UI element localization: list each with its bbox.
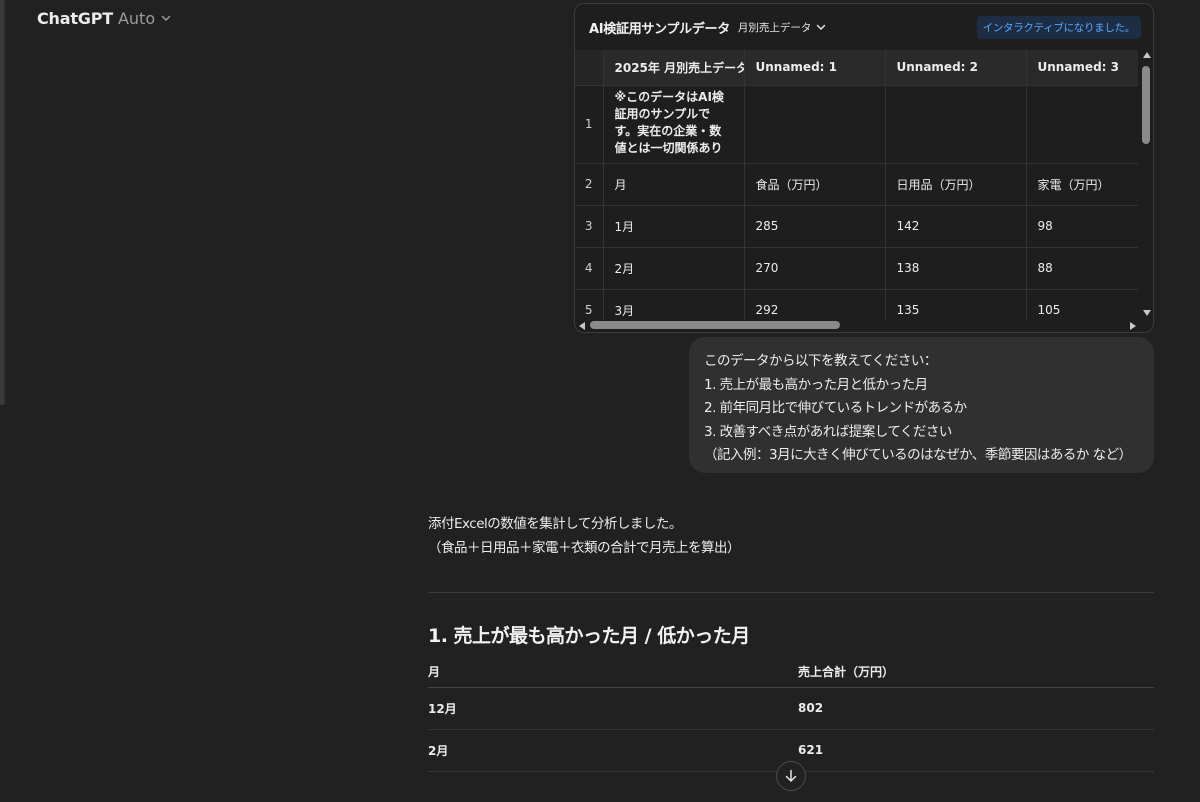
divider [428,592,1154,593]
table-cell[interactable]: 日用品（万円） [885,163,1027,206]
chevron-down-icon [815,21,827,33]
table-row: 2 月 食品（万円） 日用品（万円） 家電（万円） [575,163,1138,206]
table-header: 月 [428,656,798,688]
table-cell: 621 [798,729,1154,772]
model-picker[interactable]: ChatGPT Auto [37,8,172,28]
vertical-scroll-thumb[interactable] [1142,66,1150,144]
grid-corner [575,50,604,86]
table-cell[interactable]: 135 [885,289,1027,320]
sidebar-edge [0,0,6,405]
scroll-to-bottom-button[interactable] [776,761,806,791]
scroll-down-arrow-icon[interactable] [1143,310,1151,316]
user-message-line: 2. 前年同月比で伸びているトレンドがあるか [704,400,967,416]
table-cell[interactable] [885,85,1027,164]
vertical-scrollbar[interactable] [1139,50,1153,318]
table-cell[interactable]: 1月 [603,205,745,248]
table-cell[interactable]: 138 [885,247,1027,290]
row-number: 2 [575,163,604,206]
arrow-down-icon [785,769,797,782]
panel-header: AI検証用サンプルデータ 月別売上データ インタラクティブになりました。 [575,4,1153,50]
table-row: 4 2月 270 138 88 [575,247,1138,290]
table-cell[interactable]: 270 [744,247,886,290]
assistant-heading: 1. 売上が最も高かった月 / 低かった月 [428,625,750,647]
assistant-intro-line: （食品＋日用品＋家電＋衣類の合計で月売上を算出） [428,540,741,556]
table-cell[interactable]: 月 [603,163,745,206]
scroll-up-arrow-icon[interactable] [1143,52,1151,58]
table-row: 1 ※このデータはAI検証用のサンプルです。実在の企業・数値とは一切関係ありませ… [575,85,1138,164]
table-cell: 2月 [428,729,798,772]
table-cell[interactable]: 食品（万円） [744,163,886,206]
assistant-message: 添付Excelの数値を集計して分析しました。 （食品＋日用品＋家電＋衣類の合計で… [428,512,1154,560]
row-number: 4 [575,247,604,290]
row-number: 1 [575,85,604,164]
horizontal-scrollbar[interactable] [576,318,1139,332]
table-cell[interactable] [744,85,886,164]
table-row: 5 3月 292 135 105 [575,289,1138,320]
table-cell[interactable]: 3月 [603,289,745,320]
sheet-name: 月別売上データ [737,21,812,34]
table-cell[interactable]: 142 [885,205,1027,248]
spreadsheet-grid[interactable]: 2025年 月別売上データ Unnamed: 1 Unnamed: 2 Unna… [575,50,1138,320]
table-cell[interactable]: 285 [744,205,886,248]
table-row: 12月 802 [428,687,1154,730]
table-cell: 802 [798,687,1154,730]
row-number: 5 [575,289,604,320]
user-message-line: （記入例：3月に大きく伸びているのはなぜか、季節要因はあるか など） [704,447,1132,463]
scroll-right-arrow-icon[interactable] [1130,322,1136,330]
model-name: ChatGPT [37,8,113,28]
table-cell: 12月 [428,687,798,730]
table-header-row: 月 売上合計（万円） [428,656,1154,688]
user-message-line: 1. 売上が最も高かった月と低かった月 [704,376,928,393]
column-header[interactable]: Unnamed: 3 [1026,50,1138,86]
horizontal-scroll-thumb[interactable] [590,321,840,329]
sheet-selector[interactable]: 月別売上データ [738,20,828,35]
table-cell[interactable]: 105 [1026,289,1138,320]
column-header[interactable]: Unnamed: 2 [885,50,1027,86]
table-cell[interactable]: 家電（万円） [1026,163,1138,206]
user-message-line: このデータから以下を教えてください： [704,353,937,369]
panel-title: AI検証用サンプルデータ [589,21,730,37]
assistant-intro-line: 添付Excelの数値を集計して分析しました。 [428,516,682,532]
user-message-line: 3. 改善すべき点があれば提案してください [704,423,952,440]
table-cell[interactable]: 88 [1026,247,1138,290]
table-cell[interactable]: ※このデータはAI検証用のサンプルです。実在の企業・数値とは一切関係ありません。 [603,85,745,164]
interactive-badge: インタラクティブになりました。 [976,15,1141,39]
note-text: ※このデータはAI検証用のサンプルです。実在の企業・数値とは一切関係ありません。 [614,90,724,159]
user-message: このデータから以下を教えてください： 1. 売上が最も高かった月と低かった月 2… [689,337,1154,473]
result-table: 月 売上合計（万円） 12月 802 2月 621 [428,656,1154,772]
row-number: 3 [575,205,604,248]
table-cell[interactable]: 292 [744,289,886,320]
table-cell[interactable] [1026,85,1138,164]
model-mode: Auto [117,8,156,28]
table-cell[interactable]: 2月 [603,247,745,290]
table-header: 売上合計（万円） [798,656,1154,688]
spreadsheet-panel: AI検証用サンプルデータ 月別売上データ インタラクティブになりました。 202… [574,3,1154,333]
chevron-down-icon [160,12,172,24]
column-header[interactable]: 2025年 月別売上データ [603,50,745,86]
table-cell[interactable]: 98 [1026,205,1138,248]
column-header[interactable]: Unnamed: 1 [744,50,886,86]
scroll-left-arrow-icon[interactable] [579,322,585,330]
sidebar-edge-thumb[interactable] [0,0,4,405]
table-row: 3 1月 285 142 98 [575,205,1138,248]
